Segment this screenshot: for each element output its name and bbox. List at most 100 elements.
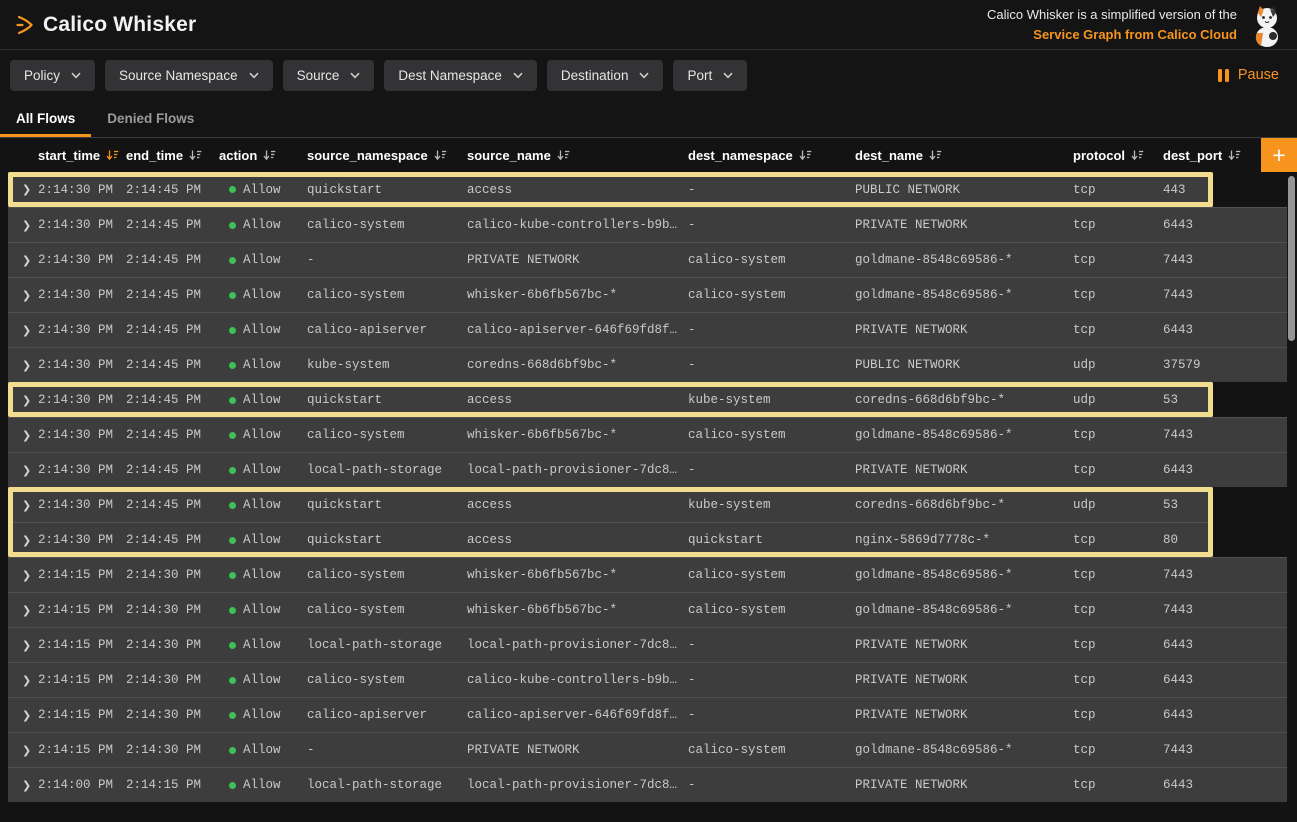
filter-dropdown-policy[interactable]: Policy: [10, 60, 95, 91]
chevron-down-icon: [639, 72, 649, 79]
vertical-scrollbar[interactable]: [1288, 176, 1295, 341]
cell-end_time: 2:14:30 PM: [126, 603, 219, 617]
column-header-dest_name[interactable]: dest_name: [855, 148, 1073, 163]
column-header-end_time[interactable]: end_time: [126, 148, 219, 163]
cell-dest_port: 6443: [1163, 673, 1287, 687]
filter-dropdown-port[interactable]: Port: [673, 60, 747, 91]
table-row[interactable]: ❯2:14:30 PM2:14:45 PMAllowquickstartacce…: [8, 522, 1213, 557]
sort-icon[interactable]: [434, 149, 447, 161]
allow-status-dot: [229, 607, 236, 614]
cell-action: Allow: [219, 218, 307, 232]
sort-icon[interactable]: [929, 149, 942, 161]
expand-row-icon[interactable]: ❯: [8, 359, 38, 372]
filter-dropdown-dest-namespace[interactable]: Dest Namespace: [384, 60, 537, 91]
expand-row-icon[interactable]: ❯: [8, 499, 38, 512]
expand-row-icon[interactable]: ❯: [8, 534, 38, 547]
table-row[interactable]: ❯2:14:15 PM2:14:30 PMAllowcalico-systemw…: [8, 557, 1287, 592]
expand-row-icon[interactable]: ❯: [8, 394, 38, 407]
expand-row-icon[interactable]: ❯: [8, 254, 38, 267]
expand-row-icon[interactable]: ❯: [8, 289, 38, 302]
sort-icon[interactable]: [106, 149, 119, 161]
column-header-source_namespace[interactable]: source_namespace: [307, 148, 467, 163]
table-row[interactable]: ❯2:14:15 PM2:14:30 PMAllowlocal-path-sto…: [8, 627, 1287, 662]
column-header-protocol[interactable]: protocol: [1073, 148, 1163, 163]
cell-dest_name: PUBLIC NETWORK: [855, 183, 1073, 197]
filter-label: Source: [297, 68, 340, 83]
expand-row-icon[interactable]: ❯: [8, 464, 38, 477]
app-title: Calico Whisker: [43, 13, 196, 37]
sort-icon[interactable]: [189, 149, 202, 161]
cell-protocol: tcp: [1073, 778, 1163, 792]
expand-row-icon[interactable]: ❯: [8, 324, 38, 337]
table-row[interactable]: ❯2:14:30 PM2:14:45 PMAllowcalico-apiserv…: [8, 312, 1287, 347]
cell-end_time: 2:14:45 PM: [126, 428, 219, 442]
table-row[interactable]: ❯2:14:30 PM2:14:45 PMAllowcalico-systemw…: [8, 277, 1287, 312]
expand-row-icon[interactable]: ❯: [8, 219, 38, 232]
expand-row-icon[interactable]: ❯: [8, 183, 38, 196]
filter-dropdown-source-namespace[interactable]: Source Namespace: [105, 60, 273, 91]
filter-dropdown-destination[interactable]: Destination: [547, 60, 664, 91]
cell-protocol: tcp: [1073, 708, 1163, 722]
table-row[interactable]: ❯2:14:30 PM2:14:45 PMAllowkube-systemcor…: [8, 347, 1287, 382]
table-row[interactable]: ❯2:14:30 PM2:14:45 PMAllowcalico-systemc…: [8, 207, 1287, 242]
cell-source_name: local-path-provisioner-7dc8…: [467, 778, 688, 792]
expand-row-icon[interactable]: ❯: [8, 429, 38, 442]
cell-dest_namespace: -: [688, 323, 855, 337]
column-header-source_name[interactable]: source_name: [467, 148, 688, 163]
cell-dest_port: 53: [1163, 393, 1213, 407]
tab-all-flows[interactable]: All Flows: [0, 100, 91, 137]
column-header-action[interactable]: action: [219, 148, 307, 163]
expand-row-icon[interactable]: ❯: [8, 709, 38, 722]
cell-dest_namespace: -: [688, 638, 855, 652]
expand-row-icon[interactable]: ❯: [8, 779, 38, 792]
sort-icon[interactable]: [799, 149, 812, 161]
table-row[interactable]: ❯2:14:15 PM2:14:30 PMAllowcalico-systemc…: [8, 662, 1287, 697]
table-row[interactable]: ❯2:14:30 PM2:14:45 PMAllowquickstartacce…: [8, 172, 1213, 207]
chevron-down-icon: [249, 72, 259, 79]
table-row[interactable]: ❯2:14:00 PM2:14:15 PMAllowlocal-path-sto…: [8, 767, 1287, 802]
cell-end_time: 2:14:45 PM: [126, 288, 219, 302]
table-row[interactable]: ❯2:14:30 PM2:14:45 PMAllow-PRIVATE NETWO…: [8, 242, 1287, 277]
sort-icon[interactable]: [1228, 149, 1241, 161]
cell-dest_namespace: calico-system: [688, 288, 855, 302]
sort-icon[interactable]: [263, 149, 276, 161]
expand-row-icon[interactable]: ❯: [8, 639, 38, 652]
table-row[interactable]: ❯2:14:30 PM2:14:45 PMAllowlocal-path-sto…: [8, 452, 1287, 487]
cell-source_name: calico-kube-controllers-b9b…: [467, 218, 688, 232]
tab-denied-flows[interactable]: Denied Flows: [91, 100, 210, 137]
expand-row-icon[interactable]: ❯: [8, 674, 38, 687]
cell-dest_name: PRIVATE NETWORK: [855, 323, 1073, 337]
cell-start_time: 2:14:30 PM: [38, 358, 126, 372]
cell-dest_namespace: -: [688, 183, 855, 197]
expand-row-icon[interactable]: ❯: [8, 604, 38, 617]
add-column-button[interactable]: +: [1261, 138, 1297, 172]
pause-button[interactable]: Pause: [1214, 67, 1283, 83]
cell-source_namespace: calico-system: [307, 603, 467, 617]
filter-dropdown-source[interactable]: Source: [283, 60, 375, 91]
cell-dest_namespace: quickstart: [688, 533, 855, 547]
cell-action: Allow: [219, 673, 307, 687]
cell-end_time: 2:14:45 PM: [126, 358, 219, 372]
table-row[interactable]: ❯2:14:15 PM2:14:30 PMAllow-PRIVATE NETWO…: [8, 732, 1287, 767]
allow-status-dot: [229, 327, 236, 334]
allow-status-dot: [229, 186, 236, 193]
sort-icon[interactable]: [1131, 149, 1144, 161]
sort-icon[interactable]: [557, 149, 570, 161]
table-row[interactable]: ❯2:14:30 PM2:14:45 PMAllowcalico-systemw…: [8, 417, 1287, 452]
table-row[interactable]: ❯2:14:15 PM2:14:30 PMAllowcalico-apiserv…: [8, 697, 1287, 732]
table-row[interactable]: ❯2:14:30 PM2:14:45 PMAllowquickstartacce…: [8, 487, 1213, 522]
column-header-dest_namespace[interactable]: dest_namespace: [688, 148, 855, 163]
expand-row-icon[interactable]: ❯: [8, 569, 38, 582]
column-label: dest_port: [1163, 148, 1222, 163]
cell-dest_namespace: -: [688, 463, 855, 477]
column-header-start_time[interactable]: start_time: [38, 148, 126, 163]
filter-label: Source Namespace: [119, 68, 238, 83]
pause-icon: [1218, 69, 1229, 82]
cell-start_time: 2:14:30 PM: [38, 183, 126, 197]
cell-end_time: 2:14:45 PM: [126, 533, 219, 547]
expand-row-icon[interactable]: ❯: [8, 744, 38, 757]
table-row[interactable]: ❯2:14:15 PM2:14:30 PMAllowcalico-systemw…: [8, 592, 1287, 627]
table-row[interactable]: ❯2:14:30 PM2:14:45 PMAllowquickstartacce…: [8, 382, 1213, 417]
cell-source_name: calico-kube-controllers-b9b…: [467, 673, 688, 687]
service-graph-link[interactable]: Service Graph from Calico Cloud: [1033, 27, 1237, 42]
